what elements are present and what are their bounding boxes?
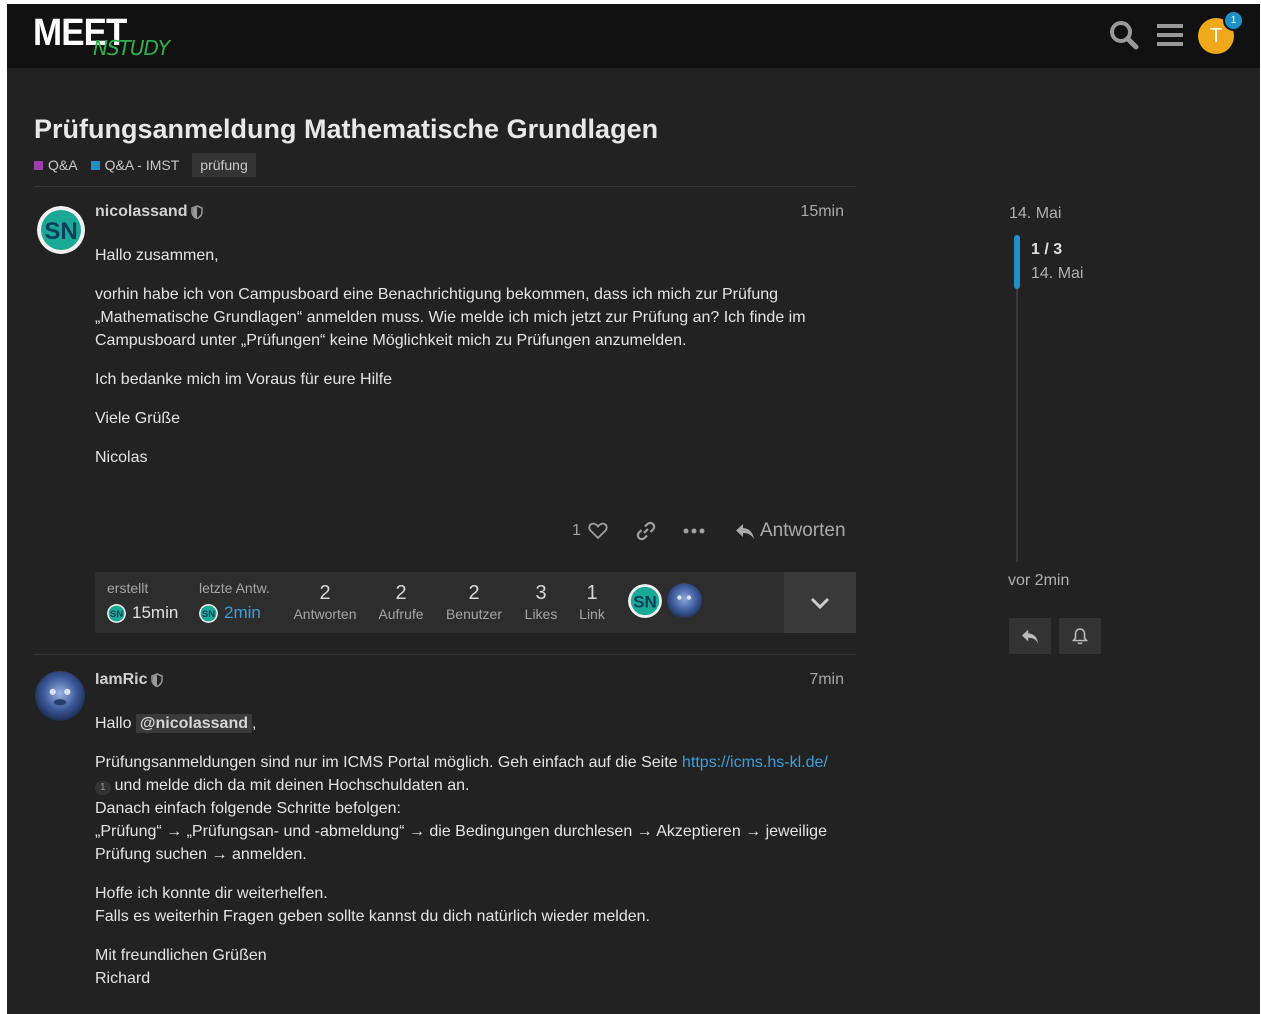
steps-text: „Prüfung“ → „Prüfungsan- und -abmeldung“… (95, 823, 827, 863)
chevron-down-icon (810, 597, 830, 609)
shield-icon (151, 673, 164, 687)
like-count: 1 (572, 522, 581, 539)
timeline-reply-button[interactable] (1009, 618, 1051, 654)
signature-name: Richard (95, 970, 151, 987)
avatar[interactable] (667, 583, 702, 618)
avatar: SN (199, 603, 218, 623)
post-paragraph: vorhin habe ich von Campusboard eine Ben… (95, 286, 806, 349)
category-color-square (34, 160, 43, 170)
instruction-text: Danach einfach folgende Schritte befolge… (95, 800, 401, 817)
post-paragraph: Prüfungsanmeldungen sind nur im ICMS Por… (95, 751, 855, 866)
site-logo[interactable]: MEET NSTUDY (33, 12, 173, 64)
like-button[interactable]: 1 (572, 516, 608, 546)
post-paragraph: Mit freundlichen Grüßen Richard (95, 944, 855, 990)
topic-tag[interactable]: prüfung (192, 153, 256, 177)
avatar[interactable]: SN (628, 584, 662, 618)
created-label: erstellt (107, 580, 149, 596)
created-time: 15min (132, 603, 179, 622)
avatar[interactable]: SN (37, 206, 85, 254)
greeting: Hallo (95, 715, 132, 732)
divider (34, 654, 856, 655)
category-badge[interactable]: Q&A (34, 157, 78, 173)
menu-icon[interactable] (1153, 18, 1187, 52)
stat-label: Antworten (293, 606, 357, 622)
username-text: nicolassand (95, 203, 188, 220)
post-paragraph: Hoffe ich konnte dir weiterhelfen. Falls… (95, 882, 855, 928)
mention-suffix: , (252, 715, 257, 732)
post-body: Hallo zusammen, vorhin habe ich von Camp… (95, 244, 855, 485)
username-text: IamRic (95, 671, 148, 688)
closing-text: Falls es weiterhin Fragen geben sollte k… (95, 908, 650, 925)
instruction-text: Prüfungsanmeldungen sind nur im ICMS Por… (95, 754, 678, 771)
post-paragraph: Viele Grüße (95, 410, 181, 427)
reply-icon (736, 524, 754, 539)
post-paragraph: Hallo zusammen, (95, 247, 219, 264)
divider (34, 186, 856, 187)
stat-number: 1 (586, 582, 598, 604)
more-actions-button[interactable] (683, 516, 705, 546)
timeline-start-date[interactable]: 14. Mai (1009, 205, 1061, 223)
subcategory-color-square (90, 160, 100, 170)
post-body: Hallo @nicolassand, Prüfungsanmeldungen … (95, 712, 855, 1006)
post-username[interactable]: IamRic (95, 671, 164, 689)
last-reply-value[interactable]: SN 2min (199, 603, 261, 623)
ellipsis-icon (683, 528, 705, 534)
topic-categories: Q&A Q&A - IMST prüfung (34, 152, 256, 178)
post-time[interactable]: 7min (747, 671, 844, 689)
stat-number: 2 (395, 582, 407, 604)
avatar[interactable] (35, 671, 85, 721)
stat-number: 2 (319, 582, 331, 604)
reply-button[interactable]: Antworten (735, 516, 846, 546)
heart-icon (588, 522, 608, 540)
stat-label: Link (579, 606, 605, 622)
shield-icon (191, 205, 204, 219)
stat-label: Aufrufe (378, 606, 424, 622)
post-username[interactable]: nicolassand (95, 203, 204, 221)
bell-icon (1071, 628, 1089, 645)
last-reply-label: letzte Antw. (199, 580, 270, 596)
svg-text:SN: SN (110, 609, 123, 620)
created-value[interactable]: SN 15min (107, 603, 178, 623)
reply-label: Antworten (760, 520, 846, 541)
icms-link[interactable]: https://icms.hs-kl.de/ (682, 754, 828, 771)
avatar: SN (107, 603, 126, 623)
user-mention[interactable]: @nicolassand (135, 714, 252, 733)
reply-icon (1022, 629, 1038, 644)
subcategory-badge[interactable]: Q&A - IMST (90, 157, 180, 173)
app-frame: MEET NSTUDY T 1 Prüfungsanmeldung Mathem… (7, 4, 1260, 1014)
last-reply-time: 2min (224, 603, 261, 622)
site-header: MEET NSTUDY T 1 (7, 4, 1260, 68)
post-paragraph: Nicolas (95, 449, 148, 466)
link-icon (636, 521, 656, 541)
svg-text:SN: SN (202, 609, 215, 620)
post-paragraph: Hallo @nicolassand, (95, 712, 855, 735)
notification-badge[interactable]: 1 (1223, 10, 1244, 31)
timeline-handle[interactable] (1014, 235, 1020, 289)
expand-topic-map-button[interactable] (784, 572, 856, 633)
post-paragraph: Ich bedanke mich im Voraus für eure Hilf… (95, 371, 393, 388)
category-label: Q&A (48, 157, 78, 173)
timeline-position: 1 / 3 (1031, 241, 1063, 258)
closing-text: Hoffe ich konnte dir weiterhelfen. (95, 885, 328, 902)
svg-text:SN: SN (44, 218, 77, 245)
post-actions: 1 Antworten (567, 516, 857, 546)
subcategory-label: Q&A - IMST (104, 157, 180, 173)
link-click-count: 1 (95, 781, 111, 795)
search-icon[interactable] (1107, 18, 1141, 52)
logo-sub-text: NSTUDY (93, 36, 170, 60)
timeline-position-date: 14. Mai (1031, 265, 1084, 282)
copy-link-button[interactable] (636, 516, 656, 546)
svg-text:SN: SN (633, 592, 657, 611)
topic-title[interactable]: Prüfungsanmeldung Mathematische Grundlag… (34, 114, 658, 145)
instruction-text: und melde dich da mit deinen Hochschulda… (114, 777, 470, 794)
notification-level-button[interactable] (1059, 618, 1101, 654)
topic-map: erstellt SN 15min letzte Antw. SN 2min 2… (95, 572, 856, 633)
post-time[interactable]: 15min (747, 203, 844, 221)
signature-text: Mit freundlichen Grüßen (95, 947, 267, 964)
timeline-end-label[interactable]: vor 2min (1008, 572, 1069, 590)
